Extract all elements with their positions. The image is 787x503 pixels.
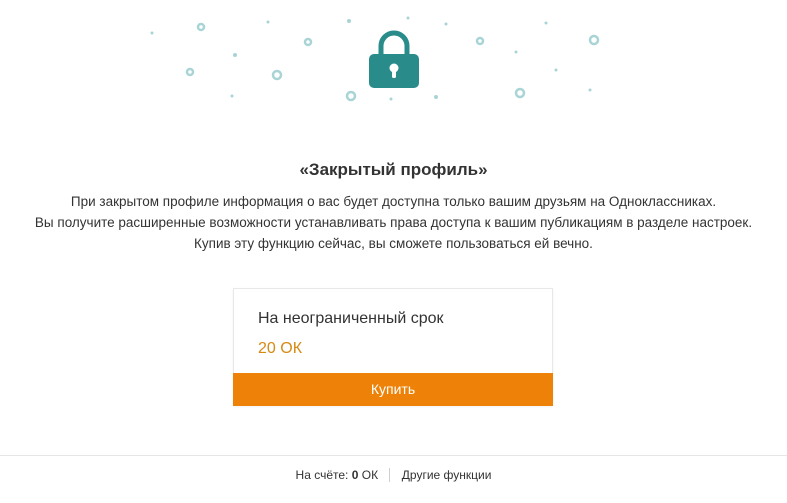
offer-price: 20 ОК — [258, 340, 303, 357]
balance-label: На счёте: — [295, 468, 349, 482]
other-functions-link[interactable]: Другие функции — [402, 468, 492, 482]
footer-divider — [0, 455, 787, 456]
balance-value: 0 — [351, 468, 359, 482]
buy-button[interactable]: Купить — [233, 373, 553, 406]
description-line: Вы получите расширенные возможности уста… — [34, 215, 753, 230]
footer-separator — [389, 468, 391, 482]
closed-profile-page: «Закрытый профиль» При закрытом профиле … — [0, 0, 787, 503]
lock-icon — [369, 30, 419, 88]
description-line: Купив эту функцию сейчас, вы сможете пол… — [194, 236, 593, 251]
offer-card: На неограниченный срок 20 ОК Купить — [233, 288, 553, 406]
page-title: «Закрытый профиль» — [299, 160, 488, 179]
offer-title: На неограниченный срок — [258, 310, 444, 327]
footer: На счёте: 0 ОК Другие функции — [0, 468, 787, 482]
balance-currency: ОК — [361, 468, 379, 482]
description: При закрытом профиле информация о вас бу… — [0, 191, 787, 254]
description-line: При закрытом профиле информация о вас бу… — [70, 194, 717, 209]
hero-illustration — [0, 0, 787, 120]
